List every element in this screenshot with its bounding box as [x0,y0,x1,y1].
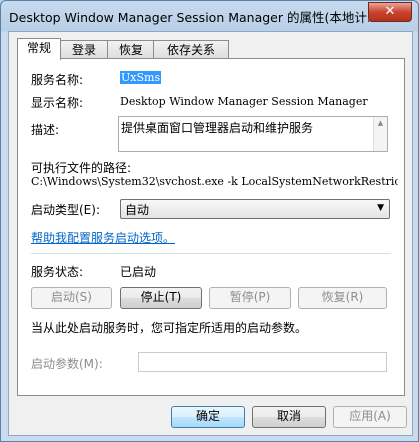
close-icon: ✕ [384,4,396,19]
startup-type-select[interactable]: 自动 ▼ [120,199,390,219]
tab-logon[interactable]: 登录 [59,40,109,59]
cancel-button[interactable]: 取消 [252,406,326,428]
display-name-label: 显示名称: [31,96,84,110]
service-name-label: 服务名称: [31,73,84,87]
exe-path-value[interactable]: C:\Windows\System32\svchost.exe -k Local… [31,175,398,188]
apply-button[interactable]: 应用(A) [333,406,407,428]
dialog-client-area: 常规 登录 恢复 依存关系 服务名称: UxSms 显示名称: Desktop … [8,31,413,436]
properties-dialog: Desktop Window Manager Session Manager 的… [0,0,419,442]
start-params-hint: 当从此处启动服务时，您可指定所适用的启动参数。 [31,321,308,335]
ok-button[interactable]: 确定 [171,406,245,428]
tab-dependencies[interactable]: 依存关系 [153,40,229,59]
exe-path-container: C:\Windows\System32\svchost.exe -k Local… [31,175,398,191]
close-button[interactable]: ✕ [368,2,412,22]
service-status-value: 已启动 [120,265,157,279]
section-divider [31,253,391,254]
service-status-label: 服务状态: [31,265,84,279]
title-bar[interactable]: Desktop Window Manager Session Manager 的… [1,1,418,31]
service-name-text[interactable]: UxSms [120,71,162,84]
start-params-label: 启动参数(M): [31,357,103,371]
start-button[interactable]: 启动(S) [31,287,112,309]
tab-general[interactable]: 常规 [17,38,61,60]
tab-recovery[interactable]: 恢复 [107,40,155,59]
description-scrollbar[interactable]: ▲ [373,117,387,151]
scroll-up-icon[interactable]: ▲ [374,117,387,130]
startup-type-value: 自动 [125,203,150,217]
startup-type-label: 启动类型(E): [31,203,100,217]
chevron-down-icon: ▼ [377,203,384,213]
help-configure-link[interactable]: 帮助我配置服务启动选项。 [31,229,175,246]
description-label: 描述: [31,123,60,137]
window-title: Desktop Window Manager Session Manager 的… [9,10,369,25]
display-name-value[interactable]: Desktop Window Manager Session Manager [120,95,368,108]
start-params-input[interactable] [138,352,387,372]
service-name-value[interactable]: UxSms [120,71,162,84]
pause-button[interactable]: 暂停(P) [209,287,291,309]
description-field[interactable]: 提供桌面窗口管理器启动和维护服务 ▲ [118,116,388,152]
exe-path-label: 可执行文件的路径: [31,161,132,175]
general-tab-panel: 服务名称: UxSms 显示名称: Desktop Window Manager… [17,58,405,396]
stop-button[interactable]: 停止(T) [120,287,202,309]
description-text: 提供桌面窗口管理器启动和维护服务 [121,121,314,135]
resume-button[interactable]: 恢复(R) [298,287,387,309]
